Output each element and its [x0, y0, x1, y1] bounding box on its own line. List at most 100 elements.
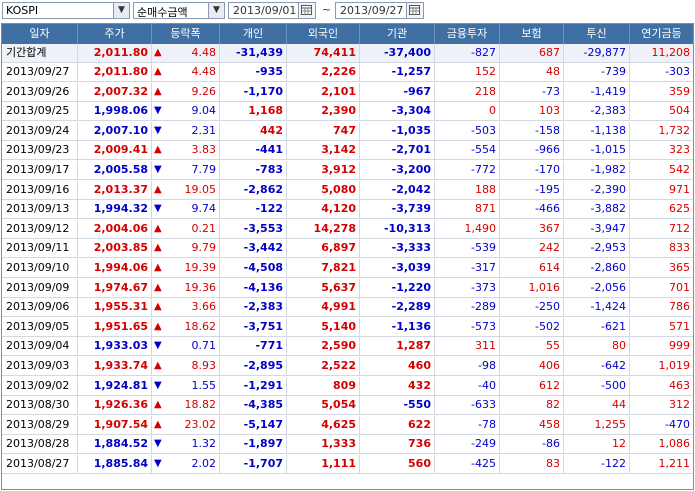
individual-cell: -1,707	[220, 455, 287, 473]
table-row[interactable]: 2013/09/26 2,007.32 ▲ 9.26 -1,170 2,101 -967 21…	[2, 82, 693, 102]
table-row[interactable]: 2013/09/04 1,933.03 ▼ 0.71 -771 2,590 1,287 311…	[2, 337, 693, 357]
up-triangle-icon: ▲	[154, 85, 162, 97]
individual-cell: -1,170	[220, 82, 287, 101]
change-value: 19.36	[184, 280, 217, 294]
table-row[interactable]: 2013/08/29 1,907.54 ▲ 23.02 -5,147 4,625 622 -7…	[2, 415, 693, 435]
foreign-cell: 2,590	[287, 337, 360, 356]
change-value: 3.83	[191, 143, 217, 157]
change-value: 18.62	[184, 319, 217, 333]
column-header-price[interactable]: 주가	[78, 24, 152, 44]
column-header-date[interactable]: 일자	[2, 24, 78, 44]
trust-cell: -621	[564, 317, 630, 336]
trust-cell: -3,947	[564, 219, 630, 238]
pension-cell: 571	[630, 318, 693, 336]
price-cell: 1,955.31	[78, 298, 152, 317]
change-cell: ▲ 19.39	[152, 259, 220, 277]
insurance-cell: -170	[500, 161, 564, 179]
summary-row[interactable]: 기간합계 2,011.80 ▲ 4.48 -31,439 74,411 -37,400 -82…	[2, 44, 693, 63]
pension-cell: -303	[630, 63, 693, 81]
institution-cell: -10,313	[360, 219, 435, 238]
table-row[interactable]: 2013/08/30 1,926.36 ▲ 18.82 -4,385 5,054 -550-…	[2, 396, 693, 416]
market-select[interactable]: KOSPI ▼	[2, 2, 130, 19]
table-row[interactable]: 2013/09/24 2,007.10 ▼ 2.31 442 747 -1,035 -503-…	[2, 121, 693, 141]
insurance-cell: -86	[500, 435, 564, 454]
column-header-fin-invest[interactable]: 금융투자	[435, 24, 500, 44]
pension-cell: 999	[630, 337, 693, 355]
change-cell: ▼ 1.55	[152, 376, 220, 395]
fin-invest-cell: -317	[435, 259, 500, 277]
individual-cell: -1,897	[220, 435, 287, 454]
date-cell: 2013/09/16	[2, 180, 78, 199]
date-cell: 2013/08/30	[2, 396, 78, 415]
institution-cell: -3,333	[360, 239, 435, 258]
table-row[interactable]: 2013/08/28 1,884.52 ▼ 1.32 -1,897 1,333 736 -24…	[2, 435, 693, 455]
insurance-cell: 48	[500, 63, 564, 81]
up-triangle-icon: ▲	[154, 320, 162, 332]
insurance-cell: -502	[500, 317, 564, 336]
table-row[interactable]: 2013/09/06 1,955.31 ▲ 3.66 -2,383 4,991 -2,289…	[2, 298, 693, 318]
date-to-field[interactable]: 2013/09/27	[335, 2, 424, 19]
summary-label: 기간합계	[2, 44, 78, 62]
column-header-insurance[interactable]: 보험	[500, 24, 564, 44]
pension-cell: 504	[630, 102, 693, 120]
column-header-institution[interactable]: 기관	[360, 24, 435, 44]
table-row[interactable]: 2013/09/27 2,011.80 ▲ 4.48 -935 2,226 -1,257 15…	[2, 63, 693, 82]
trust-cell: -739	[564, 63, 630, 81]
column-header-individual[interactable]: 개인	[220, 24, 287, 44]
trust-cell: 12	[564, 435, 630, 454]
table-row[interactable]: 2013/09/13 1,994.32 ▼ 9.74 -122 4,120 -3,739 87…	[2, 200, 693, 220]
fin-invest-cell: -249	[435, 435, 500, 454]
chevron-down-icon[interactable]: ▼	[208, 3, 224, 18]
column-header-trust[interactable]: 투신	[564, 24, 630, 44]
toolbar: KOSPI ▼ 순매수금액 ▼ 2013/09/01 ~ 2013/09/27	[0, 0, 695, 22]
calendar-icon[interactable]	[298, 3, 315, 18]
institution-cell: -550	[360, 396, 435, 415]
institution-cell: 1,287	[360, 337, 435, 356]
insurance-cell: 612	[500, 376, 564, 395]
table-row[interactable]: 2013/09/12 2,004.06 ▲ 0.21 -3,553 14,278 -10,3…	[2, 219, 693, 239]
table-row[interactable]: 2013/09/17 2,005.58 ▼ 7.79 -783 3,912 -3,200 -7…	[2, 161, 693, 180]
down-triangle-icon: ▼	[154, 379, 162, 391]
date-from-field[interactable]: 2013/09/01	[228, 2, 316, 19]
table-row[interactable]: 2013/09/23 2,009.41 ▲ 3.83 -441 3,142 -2,701 -5…	[2, 141, 693, 161]
institution-cell: 432	[360, 376, 435, 395]
table-row[interactable]: 2013/09/10 1,994.06 ▲ 19.39 -4,508 7,821 -3,03…	[2, 259, 693, 278]
foreign-cell: 2,522	[287, 357, 360, 375]
column-header-change[interactable]: 등락폭	[152, 24, 220, 44]
table-row[interactable]: 2013/09/02 1,924.81 ▼ 1.55 -1,291 809 432 -40 61…	[2, 376, 693, 396]
column-header-pension[interactable]: 연기금등	[630, 24, 693, 44]
pension-cell: 359	[630, 83, 693, 101]
pension-cell: 1,019	[630, 357, 693, 375]
calendar-icon[interactable]	[406, 3, 423, 18]
column-header-foreign[interactable]: 외국인	[287, 24, 360, 44]
table-row[interactable]: 2013/08/27 1,885.84 ▼ 2.02 -1,707 1,111 560 -42…	[2, 455, 693, 474]
table-row[interactable]: 2013/09/16 2,013.37 ▲ 19.05 -2,862 5,080 -2,04…	[2, 180, 693, 200]
down-triangle-icon: ▼	[154, 203, 162, 215]
foreign-cell: 6,897	[287, 239, 360, 258]
individual-cell: -4,385	[220, 396, 287, 415]
price-cell: 2,009.41	[78, 141, 152, 160]
down-triangle-icon: ▼	[154, 340, 162, 352]
table-row[interactable]: 2013/09/11 2,003.85 ▲ 9.79 -3,442 6,897 -3,333…	[2, 239, 693, 259]
foreign-cell: 1,333	[287, 435, 360, 454]
table-row[interactable]: 2013/09/03 1,933.74 ▲ 8.93 -2,895 2,522 460 -98…	[2, 357, 693, 376]
chevron-down-icon[interactable]: ▼	[113, 3, 129, 18]
table-row[interactable]: 2013/09/09 1,974.67 ▲ 19.36 -4,136 5,637 -1,22…	[2, 278, 693, 298]
change-value: 0.71	[191, 339, 217, 353]
fin-invest-cell: -772	[435, 161, 500, 179]
up-triangle-icon: ▲	[154, 222, 162, 234]
metric-select[interactable]: 순매수금액 ▼	[133, 2, 225, 19]
pension-cell: 971	[630, 181, 693, 199]
change-value: 19.39	[184, 261, 217, 274]
change-cell: ▲ 3.66	[152, 298, 220, 317]
table-row[interactable]: 2013/09/25 1,998.06 ▼ 9.04 1,168 2,390 -3,304 0…	[2, 102, 693, 122]
date-cell: 2013/09/02	[2, 376, 78, 395]
institution-cell: -1,257	[360, 63, 435, 81]
foreign-cell: 747	[287, 121, 360, 140]
institution-cell: 736	[360, 435, 435, 454]
trust-cell: -2,383	[564, 102, 630, 121]
change-cell: ▲ 9.79	[152, 239, 220, 258]
table-row[interactable]: 2013/09/05 1,951.65 ▲ 18.62 -3,751 5,140 -1,13…	[2, 317, 693, 337]
fin-invest-cell: 152	[435, 63, 500, 81]
change-cell: ▲ 3.83	[152, 141, 220, 160]
